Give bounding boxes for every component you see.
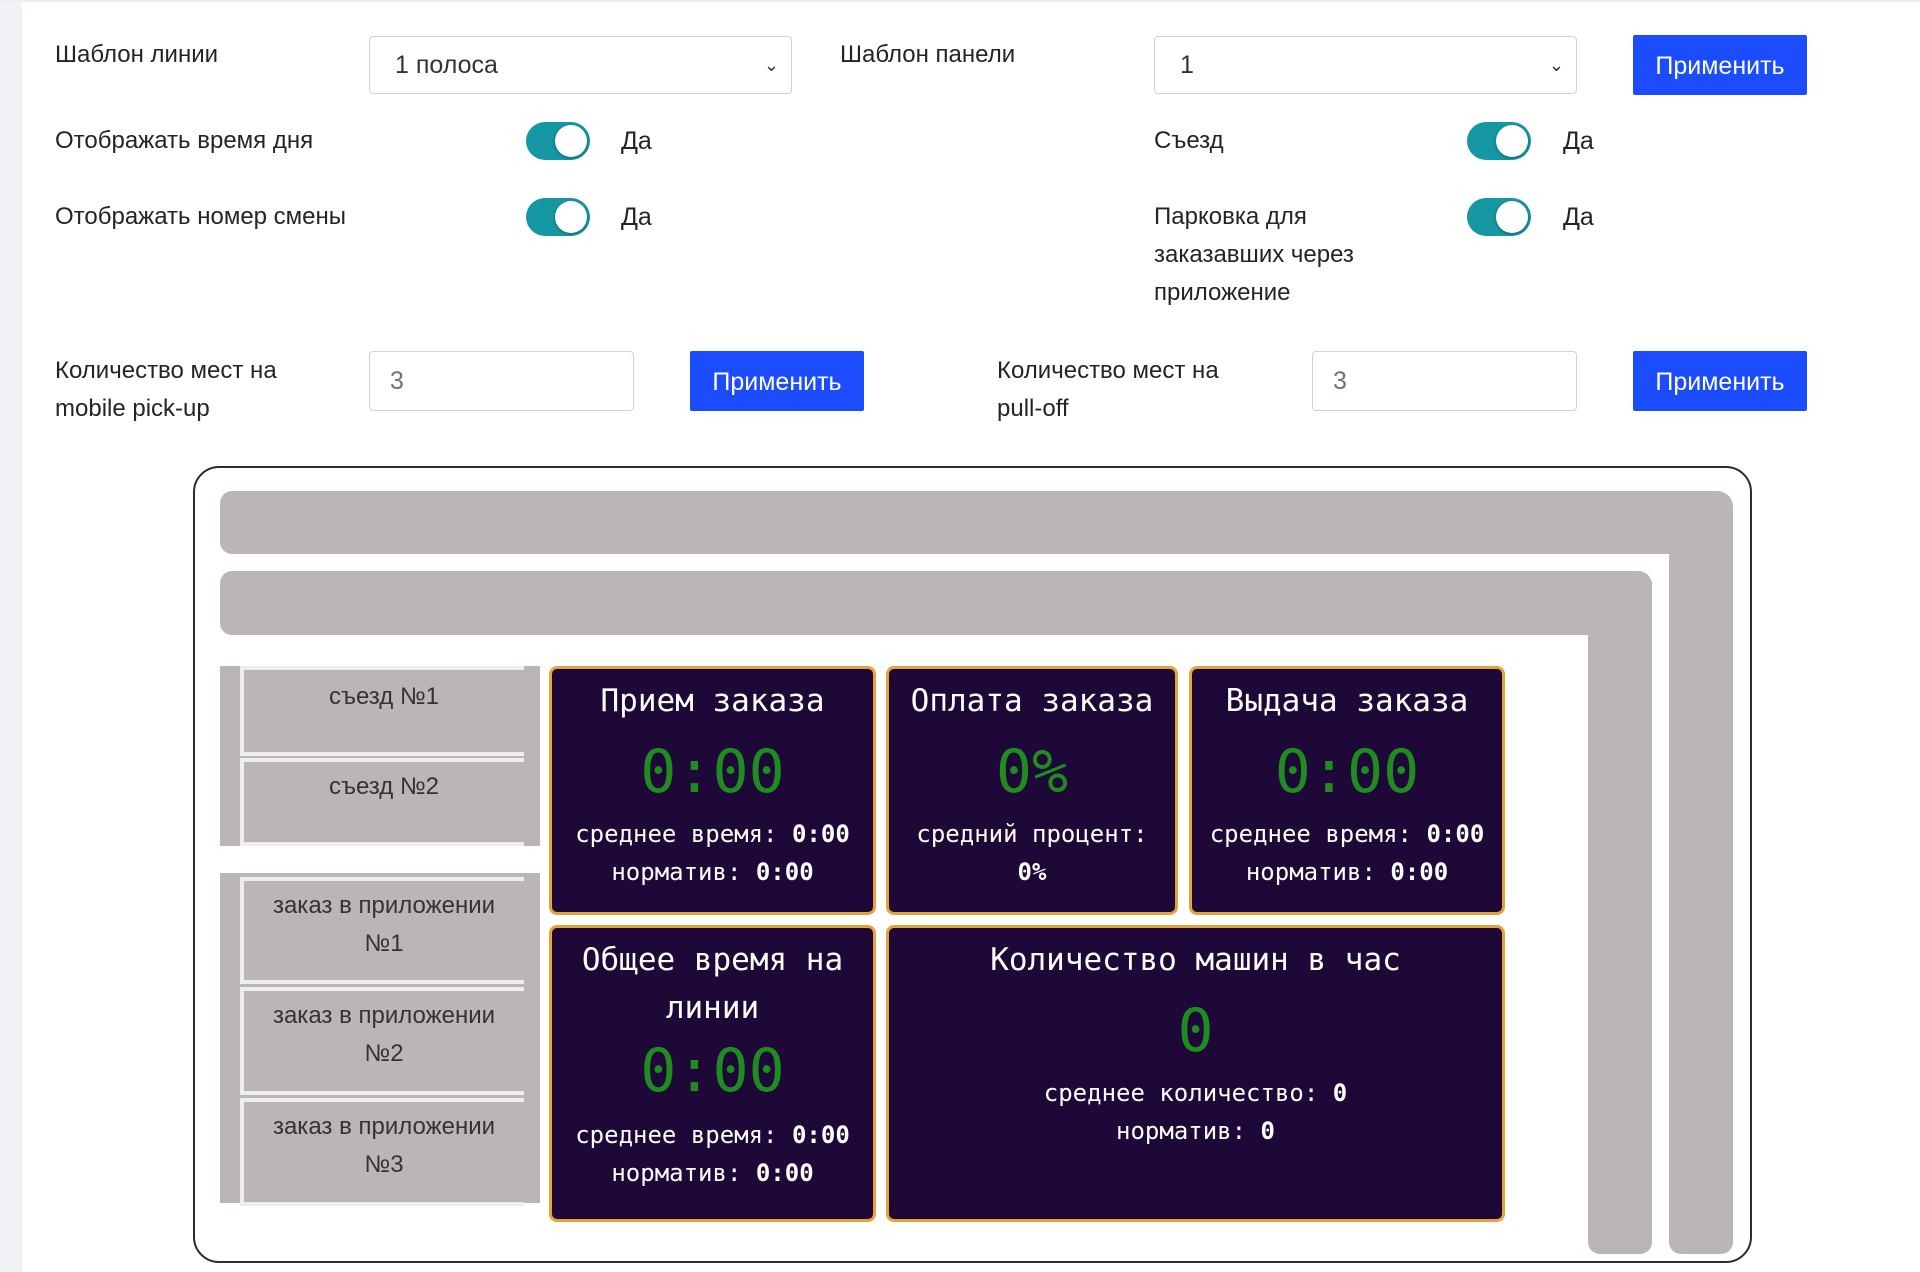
app-slot-2-line2: №2 bbox=[364, 1040, 404, 1067]
order-intake-norm-value: 0:00 bbox=[755, 858, 814, 886]
delivery-norm-label: норматив: bbox=[1245, 858, 1376, 886]
order-intake-norm-label: норматив: bbox=[611, 858, 742, 886]
total-line-time-title-line1: Общее время на bbox=[581, 942, 844, 978]
payment-tile: Оплата заказа 0% средний процент: 0% bbox=[886, 666, 1178, 915]
total-line-time-norm-value: 0:00 bbox=[755, 1159, 814, 1187]
total-line-time-avg-label: среднее время: bbox=[575, 1121, 778, 1149]
chevron-down-icon: ⌄ bbox=[763, 55, 779, 75]
inner-lane-vertical bbox=[1588, 571, 1652, 1254]
app-slot-1-line2: №1 bbox=[364, 930, 404, 957]
cars-per-hour-norm-label: норматив: bbox=[1116, 1117, 1247, 1145]
order-intake-value: 0:00 bbox=[640, 737, 785, 807]
top-divider bbox=[0, 0, 1920, 2]
line-template-select[interactable]: 1 полоса ⌄ bbox=[369, 36, 792, 94]
pulloff-places-label-line2: pull-off bbox=[997, 395, 1069, 422]
cars-per-hour-tile: Количество машин в час 0 среднее количес… bbox=[886, 925, 1505, 1222]
parking-value: Да bbox=[1563, 203, 1594, 231]
app-slot-2-line1: заказ в приложении bbox=[272, 1002, 496, 1029]
exit-slot-1: съезд №1 bbox=[240, 670, 524, 756]
app-slot-1-line1: заказ в приложении bbox=[272, 892, 496, 919]
payment-avg-value: 0% bbox=[1017, 858, 1047, 886]
cars-per-hour-value: 0 bbox=[1177, 996, 1214, 1066]
show-shift-label: Отображать номер смены bbox=[55, 203, 347, 230]
cars-per-hour-avg-label: среднее количество: bbox=[1043, 1079, 1319, 1107]
parking-label-line2: заказавших через bbox=[1154, 241, 1354, 268]
line-template-value: 1 полоса bbox=[395, 51, 498, 79]
pulloff-places-label-line1: Количество мест на bbox=[997, 357, 1219, 384]
payment-avg-label: средний процент: bbox=[916, 820, 1148, 848]
app-slot-2: заказ в приложении №2 bbox=[240, 991, 524, 1095]
delivery-avg-label: среднее время: bbox=[1209, 820, 1413, 848]
line-template-label: Шаблон линии bbox=[55, 41, 219, 68]
total-line-time-value: 0:00 bbox=[640, 1036, 785, 1106]
outer-lane-vertical bbox=[1669, 491, 1733, 1254]
parking-label-line3: приложение bbox=[1154, 279, 1291, 306]
show-shift-value: Да bbox=[621, 203, 652, 231]
toggle-knob bbox=[1496, 125, 1528, 157]
pulloff-places-input[interactable]: 3 bbox=[1312, 351, 1577, 411]
apply-pulloff-places-button[interactable]: Применить bbox=[1633, 351, 1807, 411]
parking-label-line1: Парковка для bbox=[1154, 203, 1307, 230]
exit-slots-group: съезд №1 съезд №2 bbox=[220, 666, 540, 846]
mobile-places-label-line2: mobile pick-up bbox=[55, 395, 210, 422]
delivery-title: Выдача заказа bbox=[1225, 683, 1469, 719]
total-line-time-norm-label: норматив: bbox=[611, 1159, 742, 1187]
toggle-knob bbox=[555, 125, 587, 157]
panel-template-select[interactable]: 1 ⌄ bbox=[1154, 36, 1577, 94]
apply-template-button[interactable]: Применить bbox=[1633, 35, 1807, 95]
mobile-places-label-line1: Количество мест на bbox=[55, 357, 277, 384]
exit-slot-1-label: съезд №1 bbox=[328, 683, 440, 710]
total-line-time-title-line2: линии bbox=[665, 990, 760, 1026]
app-slot-1: заказ в приложении №1 bbox=[240, 881, 524, 984]
page-left-strip bbox=[0, 0, 22, 1272]
total-line-time-tile: Общее время на линии 0:00 среднее время:… bbox=[549, 925, 876, 1222]
cars-per-hour-title: Количество машин в час bbox=[990, 942, 1401, 978]
parking-toggle[interactable] bbox=[1467, 198, 1531, 236]
show-time-label: Отображать время дня bbox=[55, 127, 314, 154]
panel-template-label: Шаблон панели bbox=[840, 41, 1016, 68]
slot-divider bbox=[240, 758, 524, 762]
show-time-value: Да bbox=[621, 127, 652, 155]
payment-title: Оплата заказа bbox=[910, 683, 1154, 719]
mobile-places-input[interactable]: 3 bbox=[369, 351, 634, 411]
toggle-knob bbox=[1496, 201, 1528, 233]
order-intake-title: Прием заказа bbox=[600, 683, 825, 719]
app-slot-3-line1: заказ в приложении bbox=[272, 1113, 496, 1140]
total-line-time-avg-value: 0:00 bbox=[791, 1121, 850, 1149]
cars-per-hour-avg-value: 0 bbox=[1332, 1079, 1348, 1107]
panel-template-value: 1 bbox=[1180, 51, 1194, 79]
app-slot-3-line2: №3 bbox=[364, 1151, 404, 1178]
app-slot-3: заказ в приложении №3 bbox=[240, 1102, 524, 1206]
exit-label: Съезд bbox=[1154, 127, 1224, 154]
show-shift-toggle[interactable] bbox=[526, 198, 590, 236]
toggle-knob bbox=[555, 201, 587, 233]
order-intake-avg-label: среднее время: bbox=[575, 820, 778, 848]
delivery-tile: Выдача заказа 0:00 среднее время: 0:00 н… bbox=[1189, 666, 1505, 915]
outer-lane-horizontal bbox=[220, 491, 1733, 554]
order-intake-avg-value: 0:00 bbox=[791, 820, 850, 848]
order-intake-tile: Прием заказа 0:00 среднее время: 0:00 но… bbox=[549, 666, 876, 915]
payment-value: 0% bbox=[995, 737, 1069, 807]
inner-lane-horizontal bbox=[220, 571, 1652, 635]
delivery-avg-value: 0:00 bbox=[1426, 820, 1485, 848]
exit-value: Да bbox=[1563, 127, 1594, 155]
app-slots-group: заказ в приложении №1 заказ в приложении… bbox=[220, 873, 540, 1206]
exit-slot-2-label: съезд №2 bbox=[328, 773, 440, 800]
exit-toggle[interactable] bbox=[1467, 122, 1531, 160]
apply-mobile-places-button[interactable]: Применить bbox=[690, 351, 864, 411]
cars-per-hour-norm-value: 0 bbox=[1260, 1117, 1275, 1145]
delivery-value: 0:00 bbox=[1274, 737, 1420, 807]
delivery-norm-value: 0:00 bbox=[1390, 858, 1449, 886]
show-time-toggle[interactable] bbox=[526, 122, 590, 160]
exit-slot-2: съезд №2 bbox=[240, 762, 524, 846]
chevron-down-icon: ⌄ bbox=[1548, 55, 1564, 75]
